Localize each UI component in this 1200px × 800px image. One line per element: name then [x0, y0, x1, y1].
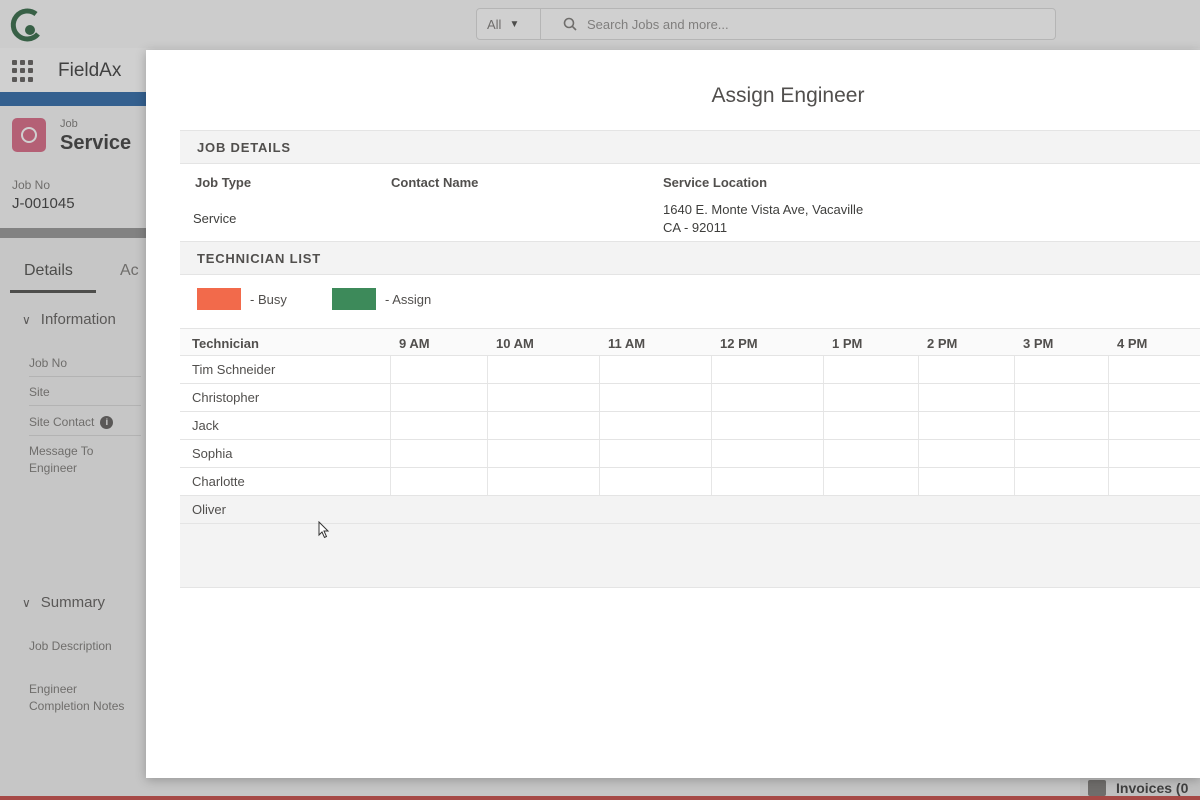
column-header-9am: 9 AM: [399, 336, 430, 351]
technician-row: Jack: [180, 412, 1200, 440]
technician-list-header: TECHNICIAN LIST: [180, 241, 1200, 275]
column-header-technician: Technician: [192, 336, 259, 351]
technician-name: Tim Schneider: [192, 362, 276, 377]
column-header-1pm: 1 PM: [832, 336, 863, 351]
time-slot-cell[interactable]: [390, 468, 391, 495]
time-slot-cell[interactable]: [918, 384, 919, 411]
time-slot-cell[interactable]: [1014, 412, 1015, 439]
legend-busy-label: - Busy: [250, 292, 287, 307]
time-slot-cell[interactable]: [1108, 384, 1109, 411]
time-slot-cell[interactable]: [918, 440, 919, 467]
time-slot-cell[interactable]: [390, 356, 391, 383]
time-slot-cell[interactable]: [390, 440, 391, 467]
time-slot-cell[interactable]: [599, 356, 600, 383]
legend-busy-swatch: [197, 288, 241, 310]
technician-row: Charlotte: [180, 468, 1200, 496]
time-slot-cell[interactable]: [918, 468, 919, 495]
time-slot-cell[interactable]: [599, 468, 600, 495]
time-slot-cell[interactable]: [487, 468, 488, 495]
technician-name: Sophia: [192, 446, 233, 461]
time-slot-cell[interactable]: [823, 412, 824, 439]
schedule-header-row: Technician 9 AM 10 AM 11 AM 12 PM 1 PM 2…: [180, 328, 1200, 356]
schedule-rows: Tim Schneider Christopher Jack Sophia Charlo…: [180, 356, 1200, 524]
time-slot-cell[interactable]: [918, 412, 919, 439]
time-slot-cell[interactable]: [711, 412, 712, 439]
time-slot-cell[interactable]: [487, 440, 488, 467]
time-slot-cell[interactable]: [1014, 384, 1015, 411]
contact-name-label: Contact Name: [391, 175, 479, 190]
job-details-header: JOB DETAILS: [180, 130, 1200, 164]
time-slot-cell[interactable]: [1108, 468, 1109, 495]
time-slot-cell[interactable]: [823, 468, 824, 495]
legend-assign-swatch: [332, 288, 376, 310]
time-slot-cell[interactable]: [711, 440, 712, 467]
service-location-line1: 1640 E. Monte Vista Ave, Vacaville: [663, 202, 864, 217]
technician-row: Sophia: [180, 440, 1200, 468]
time-slot-cell[interactable]: [487, 412, 488, 439]
technician-row: Tim Schneider: [180, 356, 1200, 384]
time-slot-cell[interactable]: [1014, 356, 1015, 383]
time-slot-cell[interactable]: [390, 412, 391, 439]
schedule-footer: [180, 524, 1200, 588]
time-slot-cell[interactable]: [823, 356, 824, 383]
assign-engineer-modal: Assign Engineer JOB DETAILS Job Type Ser…: [146, 50, 1200, 778]
job-type-label: Job Type: [195, 175, 252, 190]
time-slot-cell[interactable]: [711, 384, 712, 411]
job-type-value: Service: [193, 211, 237, 226]
technician-name: Oliver: [192, 502, 226, 517]
column-header-10am: 10 AM: [496, 336, 534, 351]
legend-assign-label: - Assign: [385, 292, 432, 307]
time-slot-cell[interactable]: [599, 440, 600, 467]
column-header-3pm: 3 PM: [1023, 336, 1054, 351]
time-slot-cell[interactable]: [1108, 356, 1109, 383]
time-slot-cell[interactable]: [1108, 412, 1109, 439]
time-slot-cell[interactable]: [918, 356, 919, 383]
column-header-4pm: 4 PM: [1117, 336, 1148, 351]
column-header-12pm: 12 PM: [720, 336, 758, 351]
time-slot-cell[interactable]: [823, 440, 824, 467]
technician-name: Jack: [192, 418, 219, 433]
time-slot-cell[interactable]: [599, 412, 600, 439]
service-location-line2: CA - 92011: [663, 220, 728, 235]
technician-row: Oliver: [180, 496, 1200, 524]
technician-schedule-grid: Technician 9 AM 10 AM 11 AM 12 PM 1 PM 2…: [180, 328, 1200, 588]
time-slot-cell[interactable]: [823, 384, 824, 411]
column-header-11am: 11 AM: [608, 336, 646, 351]
time-slot-cell[interactable]: [487, 384, 488, 411]
service-location-label: Service Location: [663, 175, 768, 190]
time-slot-cell[interactable]: [711, 468, 712, 495]
time-slot-cell[interactable]: [1108, 440, 1109, 467]
time-slot-cell[interactable]: [1014, 440, 1015, 467]
modal-title: Assign Engineer: [711, 84, 865, 107]
mouse-cursor-icon: [318, 521, 330, 539]
time-slot-cell[interactable]: [390, 384, 391, 411]
time-slot-cell[interactable]: [487, 356, 488, 383]
technician-name: Charlotte: [192, 474, 245, 489]
technician-row: Christopher: [180, 384, 1200, 412]
time-slot-cell[interactable]: [711, 356, 712, 383]
time-slot-cell[interactable]: [599, 384, 600, 411]
column-header-2pm: 2 PM: [927, 336, 958, 351]
time-slot-cell[interactable]: [1014, 468, 1015, 495]
technician-name: Christopher: [192, 390, 260, 405]
